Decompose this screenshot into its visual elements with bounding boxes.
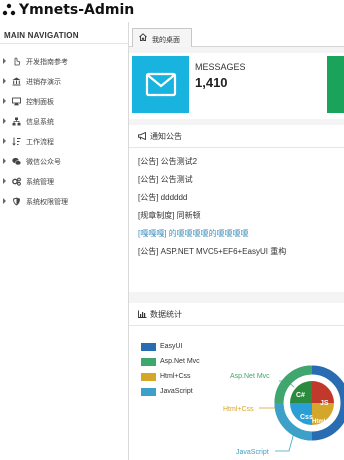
caret-right-icon xyxy=(3,58,6,64)
notice-item[interactable]: [公告] dddddd xyxy=(138,192,187,203)
callout-label: Asp.Net Mvc xyxy=(230,373,270,380)
sidebar-item-system-management[interactable]: 系统管理 xyxy=(0,174,128,191)
callout-label: Html+Css xyxy=(223,406,254,413)
caret-right-icon xyxy=(3,198,6,204)
sidebar: MAIN NAVIGATION 开发指南参考 进销存演示 控制面板 信息系统 工… xyxy=(0,22,129,460)
divider xyxy=(0,43,128,44)
top-header: Ymnets-Admin xyxy=(0,0,344,22)
pie-slice-label: Css xyxy=(300,414,313,421)
wechat-icon xyxy=(12,157,21,166)
pie-slice-label: Html xyxy=(312,419,326,425)
caret-right-icon xyxy=(3,138,6,144)
sidebar-item-label: 进销存演示 xyxy=(26,79,61,86)
stats-panel: 数据统计 EasyUI Asp.Net Mvc Html+Css JavaScr… xyxy=(129,303,344,460)
tab-my-desktop[interactable]: 我的桌面 xyxy=(132,28,192,47)
sidebar-item-info-system[interactable]: 信息系统 xyxy=(0,114,128,131)
pie-slice-label: C# xyxy=(296,392,305,399)
sidebar-item-label: 开发指南参考 xyxy=(26,59,68,66)
info-box-next-partial xyxy=(327,56,344,113)
dashboard-content: MESSAGES 1,410 通知公告 [公告] 公告测试2 [公告] 公告测试… xyxy=(129,47,344,460)
nav-heading: MAIN NAVIGATION xyxy=(4,31,79,40)
desktop-icon xyxy=(12,97,21,106)
logo-icon[interactable] xyxy=(2,3,16,17)
caret-right-icon xyxy=(3,78,6,84)
notice-panel: 通知公告 [公告] 公告测试2 [公告] 公告测试 [公告] dddddd [规… xyxy=(129,125,344,292)
app-title[interactable]: Ymnets-Admin xyxy=(19,2,134,18)
callout-label: JavaScript xyxy=(236,449,269,456)
notice-item[interactable]: [公告] 公告测试2 xyxy=(138,156,197,167)
main-area: 我的桌面 MESSAGES 1,410 通知公告 [公告] 公告测试2 [公告]… xyxy=(129,22,344,460)
bullhorn-icon xyxy=(138,132,146,140)
sidebar-item-label: 工作流程 xyxy=(26,139,54,146)
sidebar-item-wechat[interactable]: 微信公众号 xyxy=(0,154,128,171)
sidebar-item-permissions[interactable]: 系统权限管理 xyxy=(0,194,128,211)
shield-icon xyxy=(13,197,20,206)
caret-right-icon xyxy=(3,178,6,184)
gears-icon xyxy=(12,177,21,186)
notice-item[interactable]: [公告] ASP.NET MVC5+EF6+EasyUI 重构 xyxy=(138,246,286,257)
info-box-label: MESSAGES xyxy=(195,62,246,72)
donut-chart: C# JS Css Html Asp.Net Mvc Html+Css Java… xyxy=(223,365,344,456)
panel-header: 通知公告 xyxy=(129,125,344,148)
sidebar-item-label: 微信公众号 xyxy=(26,159,61,166)
sidebar-item-label: 系统权限管理 xyxy=(26,199,68,206)
sidebar-item-label: 控制面板 xyxy=(26,99,54,106)
sidebar-item-label: 系统管理 xyxy=(26,179,54,186)
info-box-icon-bg xyxy=(132,56,189,113)
caret-right-icon xyxy=(3,118,6,124)
envelope-icon xyxy=(145,72,177,97)
pointer-hand-icon xyxy=(14,57,21,66)
info-box-value: 1,410 xyxy=(195,75,228,90)
notice-item[interactable]: [公告] 公告测试 xyxy=(138,174,193,185)
notice-item[interactable]: [规章制度] 同新顿 xyxy=(138,210,201,221)
tab-label: 我的桌面 xyxy=(152,37,180,44)
bank-icon xyxy=(12,77,21,86)
caret-right-icon xyxy=(3,98,6,104)
info-box-messages: MESSAGES 1,410 xyxy=(129,53,344,119)
caret-right-icon xyxy=(3,158,6,164)
sort-list-icon xyxy=(12,137,21,146)
sidebar-item-control-panel[interactable]: 控制面板 xyxy=(0,94,128,111)
sidebar-item-workflow[interactable]: 工作流程 xyxy=(0,134,128,151)
sidebar-item-dev-guide[interactable]: 开发指南参考 xyxy=(0,54,128,71)
sidebar-item-label: 信息系统 xyxy=(26,119,54,126)
notice-item-link[interactable]: [嘎嘎嘎] 的嗄嗄嗄嗄的嗄嗄嗄嗄 xyxy=(138,228,249,239)
pie-slice-label: JS xyxy=(320,400,329,407)
tab-bar: 我的桌面 xyxy=(129,22,344,47)
panel-title: 通知公告 xyxy=(150,132,182,141)
home-icon xyxy=(139,33,147,41)
sitemap-icon xyxy=(12,117,21,126)
sidebar-item-inventory-demo[interactable]: 进销存演示 xyxy=(0,74,128,91)
